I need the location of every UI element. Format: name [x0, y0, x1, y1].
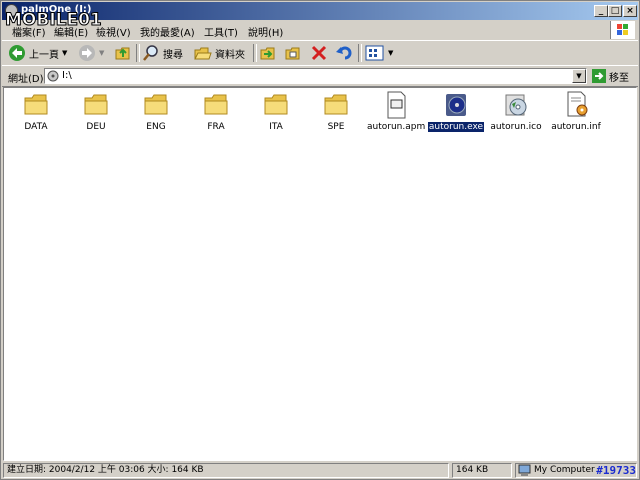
- file-list-view[interactable]: DATA DEU ENG FRA ITA SPE autorun.apm aut…: [3, 87, 637, 461]
- menu-tools[interactable]: 工具(T): [204, 24, 238, 39]
- file-name: DEU: [86, 122, 106, 132]
- status-bar: 建立日期: 2004/2/12 上午 03:06 大小: 164 KB 164 …: [2, 462, 638, 479]
- settings-file-icon: [567, 91, 588, 117]
- menu-favorites[interactable]: 我的最愛(A): [140, 24, 195, 39]
- address-label: 網址(D): [8, 74, 44, 85]
- undo-icon: [336, 46, 352, 60]
- windows-logo-icon: [610, 21, 635, 39]
- up-folder-button[interactable]: [114, 43, 132, 63]
- undo-button[interactable]: [335, 43, 353, 63]
- folder-icon: [204, 94, 228, 115]
- menu-view[interactable]: 檢視(V): [96, 24, 131, 39]
- file-item-ita[interactable]: ITA: [246, 90, 306, 132]
- address-bar: 網址(D) I:\ ▼ 移至: [2, 65, 638, 87]
- status-info: 建立日期: 2004/2/12 上午 03:06 大小: 164 KB: [3, 463, 449, 478]
- menu-file[interactable]: 檔案(F): [12, 24, 46, 39]
- views-dropdown-icon[interactable]: ▼: [388, 49, 393, 57]
- views-button[interactable]: ▼: [365, 43, 393, 63]
- move-to-folder-icon: [260, 47, 275, 60]
- views-icon: [365, 45, 384, 61]
- file-name: FRA: [207, 122, 225, 132]
- drive-icon: [47, 70, 59, 82]
- minimize-button[interactable]: _: [594, 5, 608, 17]
- address-dropdown-icon[interactable]: ▼: [572, 69, 586, 83]
- menu-edit[interactable]: 編輯(E): [54, 24, 88, 39]
- forward-dropdown-icon[interactable]: ▼: [99, 49, 104, 57]
- back-button[interactable]: 上一頁 ▼: [8, 43, 67, 63]
- folder-icon: [84, 94, 108, 115]
- file-item-spe[interactable]: SPE: [306, 90, 366, 132]
- file-name: DATA: [24, 122, 48, 132]
- copy-to-button[interactable]: [284, 43, 302, 63]
- file-name: ENG: [146, 122, 166, 132]
- up-folder-icon: [115, 47, 130, 60]
- file-item-eng[interactable]: ENG: [126, 90, 186, 132]
- forward-arrow-icon: [79, 45, 95, 61]
- forward-button[interactable]: ▼: [78, 43, 104, 63]
- search-icon: [143, 45, 158, 61]
- watermark-number: #19733: [596, 464, 636, 477]
- toolbar-separator: [136, 44, 140, 62]
- zone-label: My Computer: [534, 465, 595, 475]
- document-icon: [387, 91, 406, 119]
- folders-icon: [194, 47, 212, 60]
- folders-label: 資料夾: [215, 49, 245, 61]
- file-item-deu[interactable]: DEU: [66, 90, 126, 132]
- menu-help[interactable]: 說明(H): [248, 24, 283, 39]
- back-dropdown-icon[interactable]: ▼: [62, 49, 67, 57]
- copy-to-folder-icon: [285, 47, 300, 60]
- menu-bar: 檔案(F) 編輯(E) 檢視(V) 我的最愛(A) 工具(T) 說明(H): [2, 21, 638, 39]
- cd-icon: [505, 94, 527, 116]
- explorer-window: palmOne (I:) _ □ × MOBILE01 檔案(F) 編輯(E) …: [0, 0, 640, 480]
- file-name: autorun.ico: [490, 122, 542, 132]
- file-item-autorun-apm[interactable]: autorun.apm: [366, 90, 426, 132]
- delete-icon: [311, 45, 327, 61]
- toolbar-separator: [358, 44, 362, 62]
- file-name: ITA: [269, 122, 283, 132]
- file-item-autorun-inf[interactable]: autorun.inf: [546, 90, 606, 132]
- file-item-autorun-exe[interactable]: autorun.exe: [426, 90, 486, 133]
- folders-button[interactable]: 資料夾: [194, 43, 245, 63]
- file-name: autorun.apm: [367, 122, 426, 132]
- file-name: SPE: [327, 122, 345, 132]
- file-item-fra[interactable]: FRA: [186, 90, 246, 132]
- back-label: 上一頁: [29, 49, 59, 61]
- go-arrow-icon: [592, 69, 606, 83]
- folder-icon: [264, 94, 288, 115]
- exe-disc-icon: [446, 94, 466, 116]
- search-button[interactable]: 搜尋: [142, 43, 183, 63]
- go-button[interactable]: 移至: [592, 68, 629, 84]
- status-size: 164 KB: [452, 463, 512, 478]
- close-button[interactable]: ×: [623, 5, 637, 17]
- go-label: 移至: [609, 72, 629, 84]
- address-value: I:\: [62, 70, 72, 81]
- toolbar: 上一頁 ▼ ▼ 搜尋 資料夾 ▼: [2, 40, 638, 66]
- folder-icon: [324, 94, 348, 115]
- folder-icon: [24, 94, 48, 115]
- back-arrow-icon: [9, 45, 25, 61]
- folder-icon: [144, 94, 168, 115]
- maximize-button[interactable]: □: [608, 5, 622, 17]
- search-label: 搜尋: [163, 49, 183, 61]
- file-item-autorun-ico[interactable]: autorun.ico: [486, 90, 546, 132]
- computer-icon: [518, 464, 531, 476]
- file-item-data[interactable]: DATA: [6, 90, 66, 132]
- file-name: autorun.exe: [426, 121, 486, 133]
- move-to-button[interactable]: [259, 43, 277, 63]
- file-name: autorun.inf: [551, 122, 601, 132]
- delete-button[interactable]: [310, 43, 328, 63]
- toolbar-separator: [253, 44, 257, 62]
- address-input[interactable]: I:\ ▼: [44, 68, 587, 84]
